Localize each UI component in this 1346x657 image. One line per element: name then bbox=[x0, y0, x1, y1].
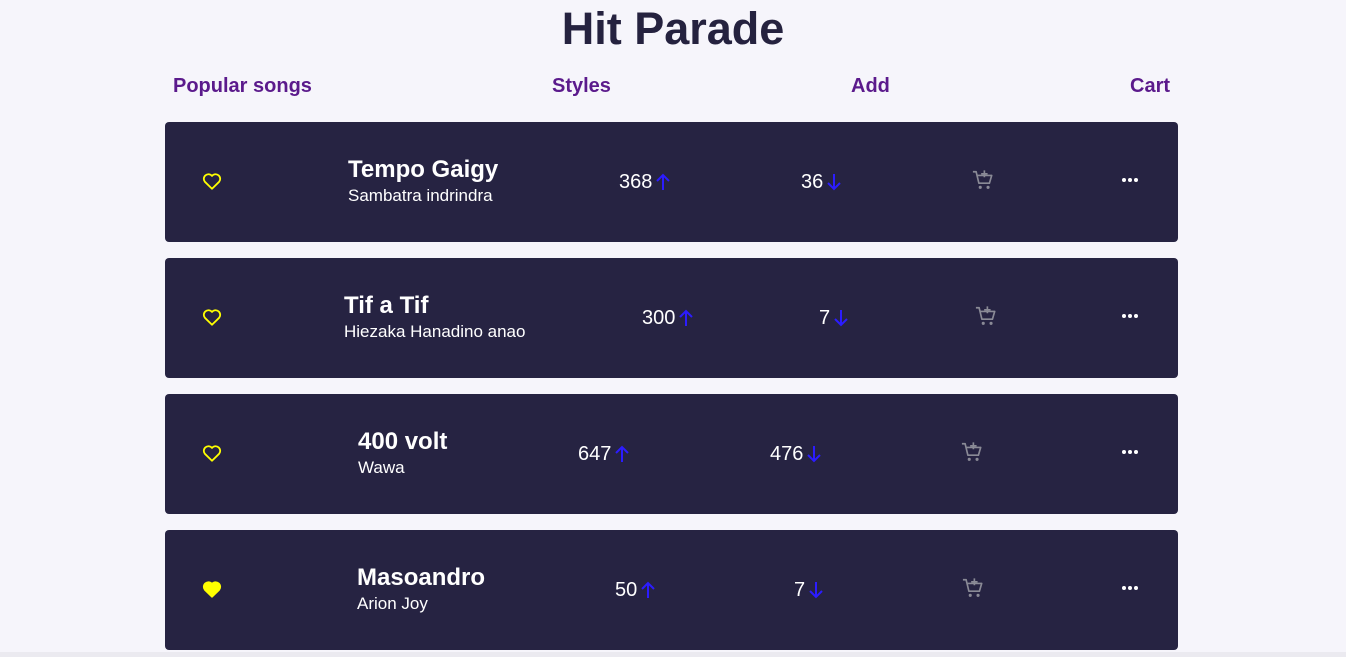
more-icon bbox=[1122, 586, 1138, 590]
downvote-button[interactable]: 36 bbox=[801, 170, 842, 194]
arrow-down-icon bbox=[809, 582, 823, 599]
downvote-button[interactable]: 7 bbox=[794, 578, 824, 602]
song-card: Masoandro Arion Joy 50 7 bbox=[165, 530, 1178, 650]
more-options-button[interactable] bbox=[1117, 168, 1143, 192]
song-info: Tempo Gaigy Sambatra indrindra bbox=[348, 156, 498, 206]
song-card: 400 volt Wawa 647 476 bbox=[165, 394, 1178, 514]
arrow-up-icon bbox=[641, 581, 655, 598]
song-title: Tif a Tif bbox=[344, 292, 429, 319]
song-artist: Arion Joy bbox=[357, 594, 428, 613]
nav-popular-songs[interactable]: Popular songs bbox=[173, 74, 312, 98]
downvote-count: 7 bbox=[819, 307, 831, 329]
favorite-button[interactable] bbox=[199, 440, 225, 466]
nav-add[interactable]: Add bbox=[851, 74, 890, 98]
more-options-button[interactable] bbox=[1117, 576, 1143, 600]
more-options-button[interactable] bbox=[1117, 304, 1143, 328]
song-artist: Wawa bbox=[358, 458, 405, 477]
upvote-button[interactable]: 50 bbox=[615, 578, 656, 602]
heart-filled-icon bbox=[202, 581, 222, 598]
upvote-button[interactable]: 368 bbox=[619, 170, 671, 194]
more-icon bbox=[1122, 450, 1138, 454]
arrow-up-icon bbox=[615, 445, 630, 462]
downvote-count: 476 bbox=[770, 443, 804, 465]
song-card: Tif a Tif Hiezaka Hanadino anao 300 7 bbox=[165, 258, 1178, 378]
upvote-count: 50 bbox=[615, 579, 638, 601]
upvote-count: 647 bbox=[578, 443, 612, 465]
favorite-button[interactable] bbox=[199, 576, 225, 602]
song-title: 400 volt bbox=[358, 428, 448, 455]
more-options-button[interactable] bbox=[1117, 440, 1143, 464]
downvote-count: 36 bbox=[801, 171, 824, 193]
add-to-cart-button[interactable] bbox=[959, 439, 985, 465]
arrow-down-icon bbox=[807, 446, 822, 463]
upvote-count: 300 bbox=[642, 307, 676, 329]
upvote-button[interactable]: 300 bbox=[642, 306, 694, 330]
song-title: Tempo Gaigy bbox=[348, 156, 499, 183]
arrow-down-icon bbox=[834, 310, 848, 327]
add-to-cart-icon bbox=[961, 442, 982, 461]
song-title: Masoandro bbox=[357, 564, 486, 591]
upvote-count: 368 bbox=[619, 171, 653, 193]
favorite-button[interactable] bbox=[199, 168, 225, 194]
page-divider bbox=[0, 652, 1346, 657]
song-card: Tempo Gaigy Sambatra indrindra 368 36 bbox=[165, 122, 1178, 242]
favorite-button[interactable] bbox=[199, 304, 225, 330]
arrow-up-icon bbox=[679, 309, 694, 326]
upvote-button[interactable]: 647 bbox=[578, 442, 630, 466]
page: Hit Parade Popular songs Styles Add Cart… bbox=[0, 0, 1346, 657]
downvote-button[interactable]: 476 bbox=[770, 442, 822, 466]
song-info: Masoandro Arion Joy bbox=[357, 564, 485, 614]
arrow-up-icon bbox=[656, 173, 671, 190]
page-title: Hit Parade bbox=[561, 3, 785, 54]
more-icon bbox=[1122, 178, 1138, 182]
add-to-cart-icon bbox=[975, 306, 996, 325]
song-info: 400 volt Wawa bbox=[358, 428, 447, 478]
heart-icon bbox=[202, 445, 222, 462]
song-info: Tif a Tif Hiezaka Hanadino anao bbox=[344, 292, 525, 342]
nav-styles[interactable]: Styles bbox=[552, 74, 611, 98]
add-to-cart-button[interactable] bbox=[970, 167, 996, 193]
downvote-button[interactable]: 7 bbox=[819, 306, 849, 330]
add-to-cart-button[interactable] bbox=[960, 575, 986, 601]
nav-cart[interactable]: Cart bbox=[1130, 74, 1170, 98]
song-artist: Hiezaka Hanadino anao bbox=[344, 322, 526, 341]
add-to-cart-icon bbox=[972, 170, 993, 189]
song-artist: Sambatra indrindra bbox=[348, 186, 493, 205]
add-to-cart-button[interactable] bbox=[973, 303, 999, 329]
downvote-count: 7 bbox=[794, 579, 806, 601]
more-icon bbox=[1122, 314, 1138, 318]
add-to-cart-icon bbox=[962, 578, 983, 597]
arrow-down-icon bbox=[827, 174, 841, 191]
heart-icon bbox=[202, 309, 222, 326]
heart-icon bbox=[202, 173, 222, 190]
